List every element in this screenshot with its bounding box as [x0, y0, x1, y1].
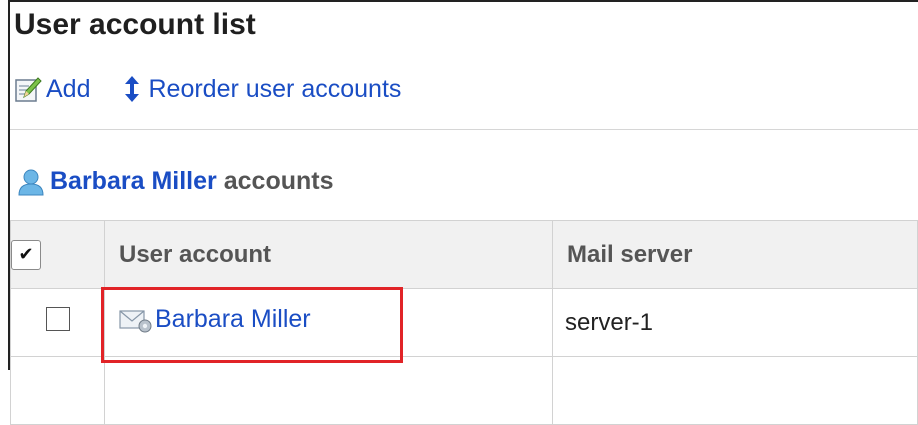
user-icon	[18, 169, 44, 195]
owner-name-link[interactable]: Barbara Miller	[50, 167, 217, 196]
page-title: User account list	[14, 8, 256, 41]
account-owner-heading: Barbara Miller accounts	[16, 167, 334, 196]
table-header-row: ✔ User account Mail server	[10, 220, 918, 289]
mail-settings-icon	[119, 310, 152, 333]
user-account-link[interactable]: Barbara Miller	[119, 305, 311, 334]
owner-suffix: accounts	[223, 167, 334, 195]
table-row	[10, 356, 918, 425]
column-header-mail-server: Mail server	[552, 220, 918, 289]
table-row: Barbara Miller server-1	[10, 288, 918, 357]
user-account-table: ✔ User account Mail server Barbara Mille…	[10, 220, 918, 425]
toolbar: Add Reorder user accounts	[14, 74, 401, 104]
reorder-label: Reorder user accounts	[148, 74, 402, 103]
vertical-arrows-icon	[125, 76, 140, 102]
user-account-cell: Barbara Miller	[104, 288, 553, 357]
user-account-name: Barbara Miller	[155, 305, 311, 334]
mail-server-cell	[552, 356, 918, 425]
add-button[interactable]: Add	[14, 75, 90, 104]
select-all-cell: ✔	[10, 220, 105, 289]
user-account-cell	[104, 356, 553, 425]
divider	[10, 129, 918, 130]
edit-note-icon	[15, 77, 42, 102]
mail-server-cell: server-1	[552, 288, 918, 357]
select-all-checkbox[interactable]: ✔	[11, 239, 41, 270]
add-label: Add	[46, 74, 91, 103]
row-checkbox[interactable]	[45, 307, 70, 331]
reorder-user-accounts-link[interactable]: Reorder user accounts	[120, 74, 401, 104]
row-select-cell	[10, 288, 105, 357]
column-header-user-account: User account	[104, 220, 553, 289]
row-select-cell	[10, 356, 105, 425]
